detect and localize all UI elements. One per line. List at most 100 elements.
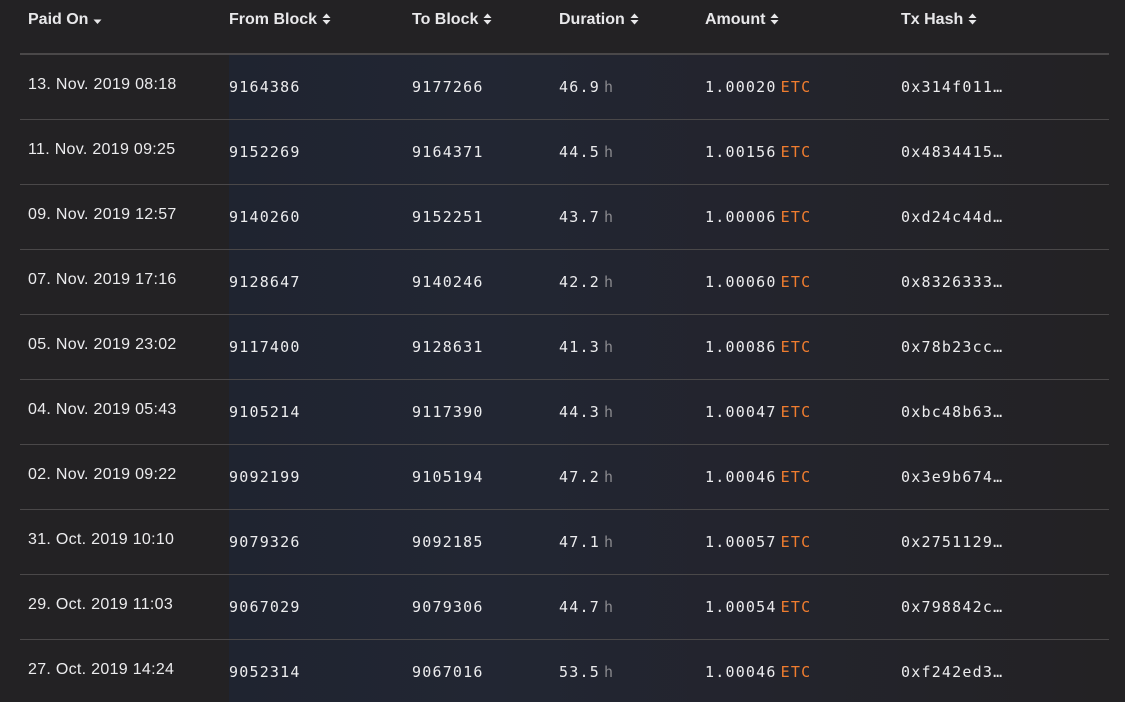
to-block-link[interactable]: 9079306: [412, 574, 559, 640]
paid-on-cell: 27. Oct. 2019 14:24: [20, 637, 229, 702]
column-header-from-block[interactable]: From Block: [229, 0, 412, 55]
amount-unit: ETC: [780, 598, 812, 616]
table-header: Paid On From Block To Block Duration Amo…: [20, 0, 1109, 55]
sort-icon: [630, 13, 639, 25]
tx-hash-link[interactable]: 0x3e9b674…: [901, 444, 1109, 510]
duration-unit: h: [603, 338, 615, 356]
tx-hash-link[interactable]: 0x2751129…: [901, 509, 1109, 575]
to-block-link[interactable]: 9128631: [412, 314, 559, 380]
tx-hash-link[interactable]: 0xd24c44d…: [901, 184, 1109, 250]
duration-value: 53.5: [559, 663, 600, 681]
table-row: 05. Nov. 2019 23:02 9117400 9128631 41.3…: [20, 312, 1109, 380]
column-header-label: Tx Hash: [901, 11, 964, 29]
column-header-label: From Block: [229, 11, 318, 29]
table-row: 13. Nov. 2019 08:18 9164386 9177266 46.9…: [20, 52, 1109, 120]
paid-on-cell: 02. Nov. 2019 09:22: [20, 442, 229, 508]
duration-value: 41.3: [559, 338, 600, 356]
tx-hash-link[interactable]: 0x798842c…: [901, 574, 1109, 640]
duration-cell: 47.2 h: [559, 444, 705, 510]
to-block-link[interactable]: 9152251: [412, 184, 559, 250]
tx-hash-link[interactable]: 0x8326333…: [901, 249, 1109, 315]
column-header-tx-hash[interactable]: Tx Hash: [901, 0, 1109, 55]
sort-desc-icon: [93, 19, 102, 25]
column-header-amount[interactable]: Amount: [705, 0, 901, 55]
from-block-link[interactable]: 9164386: [229, 54, 412, 120]
tx-hash-link[interactable]: 0x78b23cc…: [901, 314, 1109, 380]
to-block-link[interactable]: 9117390: [412, 379, 559, 445]
table-row: 02. Nov. 2019 09:22 9092199 9105194 47.2…: [20, 442, 1109, 510]
amount-value: 1.00046: [705, 663, 777, 681]
duration-value: 44.7: [559, 598, 600, 616]
duration-unit: h: [603, 208, 615, 226]
payouts-table: Paid On From Block To Block Duration Amo…: [20, 0, 1109, 702]
duration-unit: h: [603, 533, 615, 551]
amount-unit: ETC: [780, 143, 812, 161]
sort-icon: [322, 13, 331, 25]
amount-cell: 1.00046 ETC: [705, 444, 901, 510]
from-block-link[interactable]: 9052314: [229, 639, 412, 702]
from-block-link[interactable]: 9079326: [229, 509, 412, 575]
duration-unit: h: [603, 403, 615, 421]
duration-cell: 44.7 h: [559, 574, 705, 640]
column-header-paid-on[interactable]: Paid On: [20, 0, 229, 55]
column-header-label: To Block: [412, 11, 479, 29]
amount-cell: 1.00086 ETC: [705, 314, 901, 380]
duration-unit: h: [603, 598, 615, 616]
amount-value: 1.00086: [705, 338, 777, 356]
to-block-link[interactable]: 9105194: [412, 444, 559, 510]
duration-unit: h: [603, 273, 615, 291]
to-block-link[interactable]: 9067016: [412, 639, 559, 702]
duration-value: 43.7: [559, 208, 600, 226]
table-row: 31. Oct. 2019 10:10 9079326 9092185 47.1…: [20, 507, 1109, 575]
table-row: 27. Oct. 2019 14:24 9052314 9067016 53.5…: [20, 637, 1109, 702]
amount-value: 1.00057: [705, 533, 777, 551]
tx-hash-link[interactable]: 0x314f011…: [901, 54, 1109, 120]
duration-cell: 42.2 h: [559, 249, 705, 315]
duration-unit: h: [603, 663, 615, 681]
tx-hash-link[interactable]: 0xf242ed3…: [901, 639, 1109, 702]
to-block-link[interactable]: 9177266: [412, 54, 559, 120]
duration-cell: 53.5 h: [559, 639, 705, 702]
from-block-link[interactable]: 9152269: [229, 119, 412, 185]
duration-unit: h: [603, 143, 615, 161]
paid-on-cell: 11. Nov. 2019 09:25: [20, 117, 229, 183]
amount-unit: ETC: [780, 208, 812, 226]
from-block-link[interactable]: 9067029: [229, 574, 412, 640]
amount-cell: 1.00047 ETC: [705, 379, 901, 445]
tx-hash-link[interactable]: 0xbc48b63…: [901, 379, 1109, 445]
from-block-link[interactable]: 9105214: [229, 379, 412, 445]
amount-cell: 1.00020 ETC: [705, 54, 901, 120]
duration-cell: 44.3 h: [559, 379, 705, 445]
duration-value: 47.2: [559, 468, 600, 486]
amount-cell: 1.00046 ETC: [705, 639, 901, 702]
duration-cell: 41.3 h: [559, 314, 705, 380]
from-block-link[interactable]: 9117400: [229, 314, 412, 380]
from-block-link[interactable]: 9128647: [229, 249, 412, 315]
payouts-panel: Paid On From Block To Block Duration Amo…: [0, 0, 1125, 702]
duration-value: 44.5: [559, 143, 600, 161]
sort-icon: [968, 13, 977, 25]
column-header-duration[interactable]: Duration: [559, 0, 705, 55]
amount-unit: ETC: [780, 78, 812, 96]
sort-icon: [770, 13, 779, 25]
from-block-link[interactable]: 9140260: [229, 184, 412, 250]
amount-value: 1.00006: [705, 208, 777, 226]
column-header-to-block[interactable]: To Block: [412, 0, 559, 55]
paid-on-cell: 29. Oct. 2019 11:03: [20, 572, 229, 638]
tx-hash-link[interactable]: 0x4834415…: [901, 119, 1109, 185]
amount-cell: 1.00006 ETC: [705, 184, 901, 250]
paid-on-cell: 04. Nov. 2019 05:43: [20, 377, 229, 443]
to-block-link[interactable]: 9140246: [412, 249, 559, 315]
amount-unit: ETC: [780, 533, 812, 551]
amount-unit: ETC: [780, 403, 812, 421]
to-block-link[interactable]: 9092185: [412, 509, 559, 575]
to-block-link[interactable]: 9164371: [412, 119, 559, 185]
paid-on-cell: 31. Oct. 2019 10:10: [20, 507, 229, 573]
duration-unit: h: [603, 78, 615, 96]
paid-on-cell: 13. Nov. 2019 08:18: [20, 52, 229, 118]
paid-on-cell: 05. Nov. 2019 23:02: [20, 312, 229, 378]
from-block-link[interactable]: 9092199: [229, 444, 412, 510]
duration-cell: 44.5 h: [559, 119, 705, 185]
table-body: 13. Nov. 2019 08:18 9164386 9177266 46.9…: [20, 52, 1109, 702]
duration-value: 42.2: [559, 273, 600, 291]
